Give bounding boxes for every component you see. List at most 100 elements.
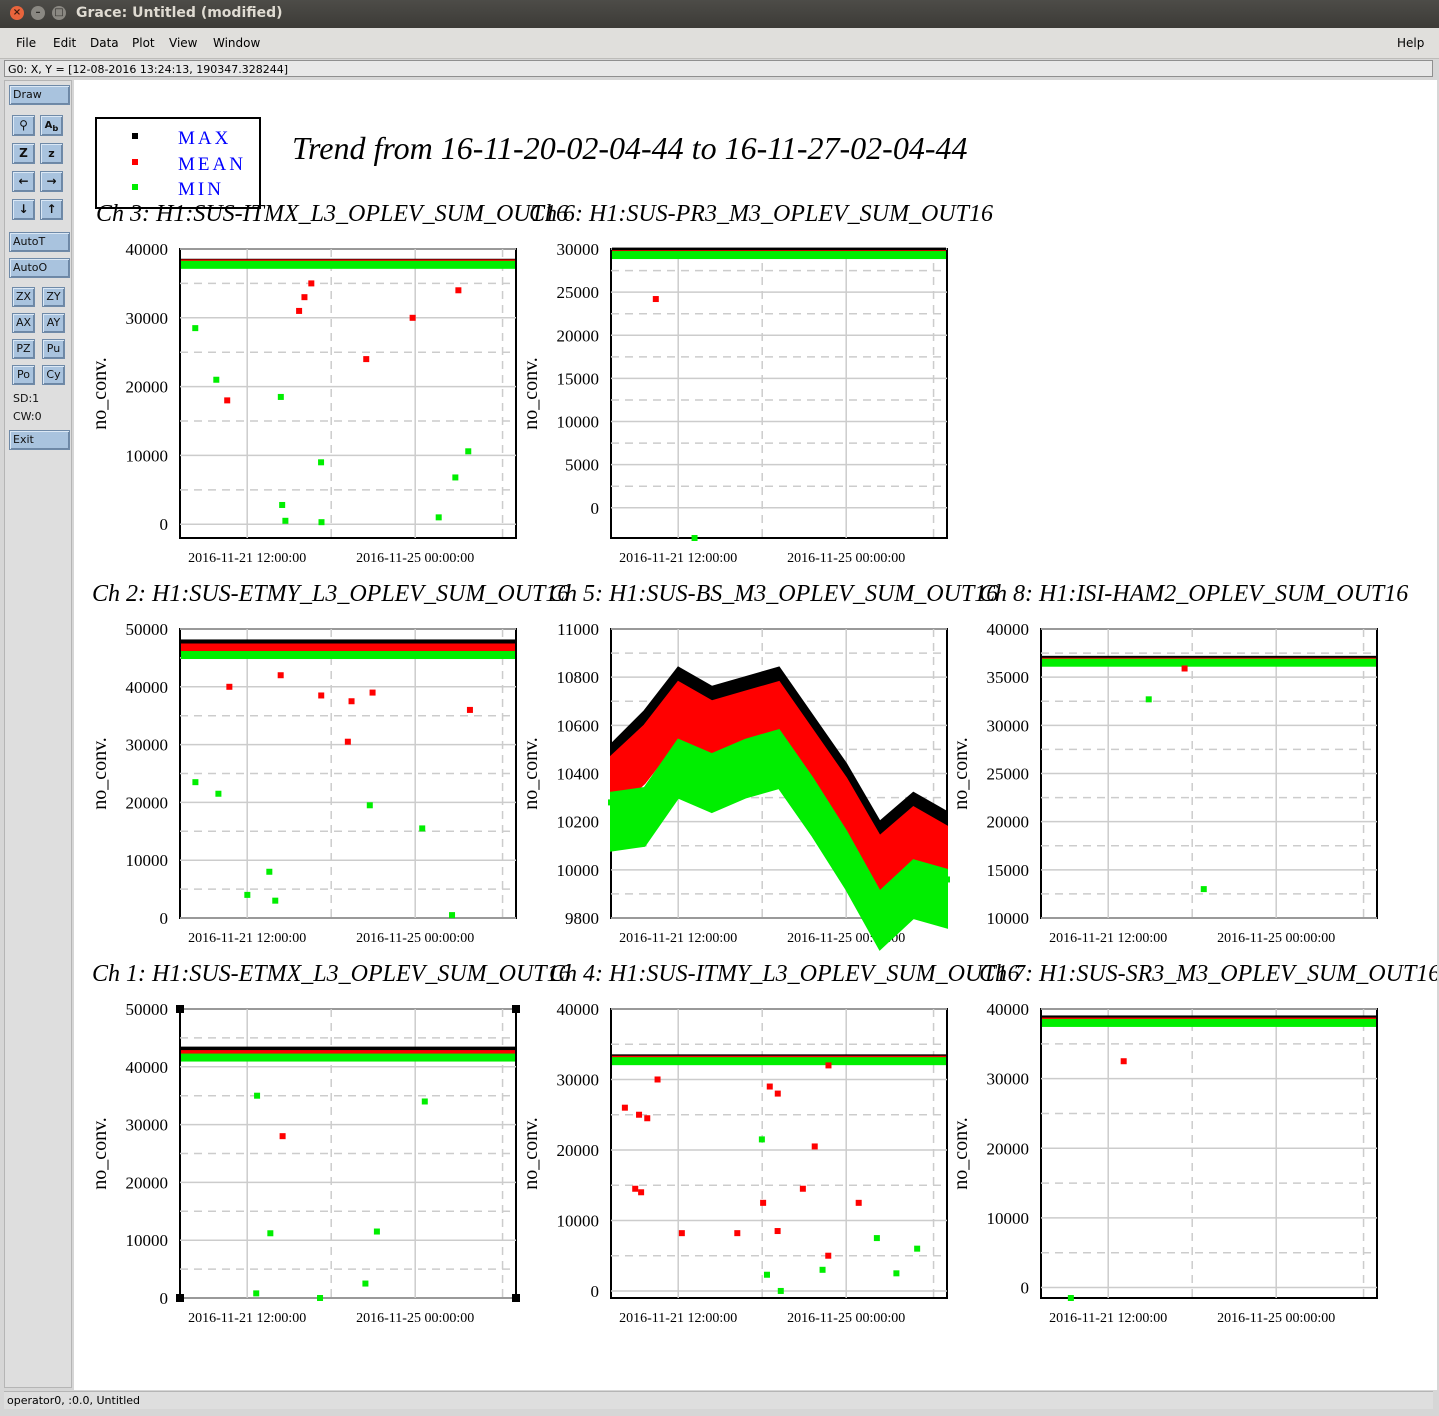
window-title: Grace: Untitled (modified) (76, 5, 283, 21)
y-tick-label: 10800 (557, 668, 600, 687)
y-tick-label: 15000 (557, 369, 600, 388)
legend-symbol-max (132, 133, 138, 139)
y-tick-label: 11000 (557, 620, 599, 639)
data-point-min (254, 1092, 261, 1099)
y-tick-label: 10000 (126, 851, 169, 870)
menu-view[interactable]: View (169, 36, 197, 50)
x-tick-label: 2016-11-21 12:00:00 (1049, 1311, 1167, 1326)
data-point-min (449, 912, 456, 919)
y-tick-label: 20000 (987, 1139, 1030, 1158)
zx-button[interactable]: ZX (12, 287, 35, 307)
po-button[interactable]: Po (12, 365, 35, 385)
y-tick-label: 10000 (126, 446, 169, 465)
data-point-min (421, 1098, 428, 1105)
data-point-min (277, 393, 284, 400)
data-point-mean (774, 1090, 781, 1097)
y-axis-label: no_conv. (950, 737, 972, 810)
menu-window[interactable]: Window (213, 36, 260, 50)
y-tick-label: 0 (160, 1289, 169, 1308)
maximize-icon[interactable]: □ (52, 6, 66, 20)
data-point-min (192, 779, 199, 786)
y-axis-label: no_conv. (520, 737, 542, 810)
y-tick-label: 9800 (565, 909, 599, 928)
autoo-button[interactable]: AutoO (9, 258, 70, 278)
autot-button[interactable]: AutoT (9, 232, 70, 252)
y-tick-label: 0 (591, 1282, 600, 1301)
sd-label: SD:1 (13, 392, 40, 405)
data-point-min (366, 802, 373, 809)
menu-plot[interactable]: Plot (132, 36, 155, 50)
y-tick-label: 20000 (126, 1173, 169, 1192)
series-band-mean (181, 643, 515, 652)
minimize-icon[interactable]: – (31, 6, 45, 20)
data-point-min (777, 1287, 784, 1294)
data-point-mean (224, 397, 231, 404)
draw-button[interactable]: Draw (9, 85, 70, 105)
data-point-mean (644, 1115, 651, 1122)
data-point-min (944, 876, 950, 883)
zoom-out-icon[interactable]: z (40, 143, 63, 164)
data-point-min (708, 760, 715, 767)
selection-handle-icon (176, 1294, 184, 1302)
data-point-min (1200, 886, 1207, 893)
y-tick-label: 10000 (987, 1209, 1030, 1228)
data-point-mean (825, 1252, 832, 1259)
y-tick-label: 20000 (126, 378, 169, 397)
y-tick-label: 40000 (987, 1000, 1030, 1019)
cw-label: CW:0 (13, 410, 42, 423)
ay-button[interactable]: AY (42, 313, 65, 333)
menu-file[interactable]: File (16, 36, 36, 50)
y-tick-label: 25000 (557, 283, 600, 302)
y-tick-label: 35000 (987, 668, 1030, 687)
ax-button[interactable]: AX (12, 313, 35, 333)
series-band-min (612, 251, 946, 260)
data-point-min (843, 837, 850, 844)
data-point-min (266, 868, 273, 875)
menu-data[interactable]: Data (90, 36, 119, 50)
data-point-min (742, 746, 749, 753)
text-tool-icon[interactable]: Ab (40, 115, 63, 136)
close-icon[interactable]: × (10, 6, 24, 20)
graph-canvas[interactable]: MAX MEAN MIN Trend from 16-11-20-02-04-4… (74, 80, 1437, 1390)
data-point-mean (369, 689, 376, 696)
data-point-min (279, 501, 286, 508)
data-point-mean (226, 683, 233, 690)
arrow-right-icon[interactable]: → (40, 171, 63, 192)
graph-svg[interactable]: MAX MEAN MIN Trend from 16-11-20-02-04-4… (74, 80, 1437, 1390)
y-tick-label: 50000 (126, 1000, 169, 1019)
series-band-min (181, 260, 515, 269)
menu-edit[interactable]: Edit (53, 36, 76, 50)
data-point-mean (636, 1111, 643, 1118)
y-tick-label: 30000 (126, 736, 169, 755)
data-point-mean (855, 1199, 862, 1206)
y-tick-label: 10000 (557, 413, 600, 432)
data-point-mean (308, 280, 315, 287)
zoom-magnifier-icon[interactable]: ⚲ (12, 115, 35, 136)
x-tick-label: 2016-11-25 00:00:00 (1217, 1311, 1335, 1326)
panel-title-8: Ch 7: H1:SUS-SR3_M3_OPLEV_SUM_OUT16 (979, 961, 1437, 987)
data-point-min (893, 1270, 900, 1277)
data-point-mean (652, 296, 659, 303)
cy-button[interactable]: Cy (42, 365, 65, 385)
data-point-min (362, 1280, 369, 1287)
zy-button[interactable]: ZY (42, 287, 65, 307)
zoom-in-icon[interactable]: Z (12, 143, 35, 164)
pz-button[interactable]: PZ (12, 339, 35, 359)
data-point-mean (825, 1062, 832, 1069)
y-tick-label: 20000 (126, 793, 169, 812)
y-tick-label: 40000 (126, 240, 169, 259)
y-tick-label: 10600 (557, 716, 600, 735)
data-point-mean (760, 1199, 767, 1206)
arrow-left-icon[interactable]: ← (12, 171, 35, 192)
data-point-min (876, 898, 883, 905)
exit-button[interactable]: Exit (9, 430, 70, 450)
pu-button[interactable]: Pu (42, 339, 65, 359)
arrow-up-icon[interactable]: ↑ (40, 199, 63, 220)
legend-box[interactable]: MAX MEAN MIN (95, 117, 261, 209)
data-point-min (819, 1266, 826, 1273)
selection-handle-icon (512, 1294, 520, 1302)
arrow-down-icon[interactable]: ↓ (12, 199, 35, 220)
y-tick-label: 15000 (987, 861, 1030, 880)
menu-help[interactable]: Help (1397, 36, 1424, 50)
y-tick-label: 0 (160, 909, 169, 928)
